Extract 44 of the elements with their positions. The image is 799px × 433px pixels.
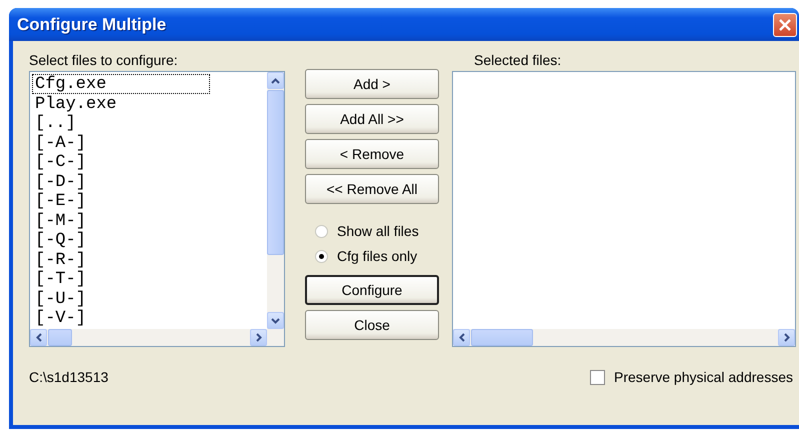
file-item[interactable]: [-M-] — [32, 210, 210, 230]
file-item[interactable]: [-V-] — [32, 308, 210, 328]
file-item[interactable]: [-D-] — [32, 172, 210, 191]
radio-option[interactable]: Cfg files only — [315, 248, 439, 264]
push-button[interactable]: Configure — [305, 275, 439, 305]
scroll-right-button[interactable] — [778, 329, 795, 346]
push-button[interactable]: < Remove — [305, 139, 439, 169]
list-label: Selected files: — [473, 51, 562, 70]
scroll-thumb[interactable] — [471, 329, 533, 346]
radio-button[interactable] — [315, 250, 328, 262]
file-item[interactable]: Cfg.exe — [32, 74, 210, 94]
radio-button[interactable] — [315, 224, 328, 238]
radio-label: Show all files — [337, 223, 419, 239]
list-label: Select files to configure: — [29, 51, 179, 70]
file-item[interactable]: [-A-] — [32, 132, 210, 152]
scroll-thumb[interactable] — [48, 329, 72, 346]
file-item[interactable]: [-Q-] — [32, 230, 210, 250]
scroll-down-button[interactable] — [267, 312, 284, 329]
file-item[interactable]: [-U-] — [32, 288, 210, 308]
radio-option[interactable]: Show all files — [315, 223, 439, 239]
scroll-left-button[interactable] — [30, 329, 47, 346]
close-button[interactable] — [773, 12, 797, 36]
scroll-left-button[interactable] — [453, 329, 470, 346]
file-item[interactable]: [-E-] — [32, 191, 210, 210]
file-item[interactable]: [-T-] — [32, 269, 210, 288]
scroll-up-button[interactable] — [267, 72, 284, 89]
push-button[interactable]: Close — [305, 310, 439, 340]
horizontal-scrollbar[interactable] — [453, 329, 795, 346]
vertical-scrollbar[interactable] — [267, 72, 284, 329]
close-icon — [777, 16, 793, 32]
file-item[interactable]: [..] — [32, 113, 210, 132]
file-item[interactable]: [-R-] — [32, 250, 210, 269]
push-button[interactable]: Add > — [305, 69, 439, 99]
horizontal-scrollbar[interactable] — [30, 329, 284, 346]
file-item[interactable]: [-C-] — [32, 152, 210, 172]
file-item[interactable]: Play.exe — [32, 94, 210, 113]
window-title: Configure Multiple — [17, 14, 166, 34]
checkbox[interactable] — [590, 370, 606, 384]
scroll-right-button[interactable] — [250, 329, 267, 346]
path-text: C:\s1d13513 — [29, 369, 108, 385]
radio-label: Cfg files only — [337, 248, 418, 264]
push-button[interactable]: Add All >> — [305, 104, 439, 134]
scroll-thumb[interactable] — [267, 90, 284, 255]
push-button[interactable]: << Remove All — [305, 174, 439, 204]
